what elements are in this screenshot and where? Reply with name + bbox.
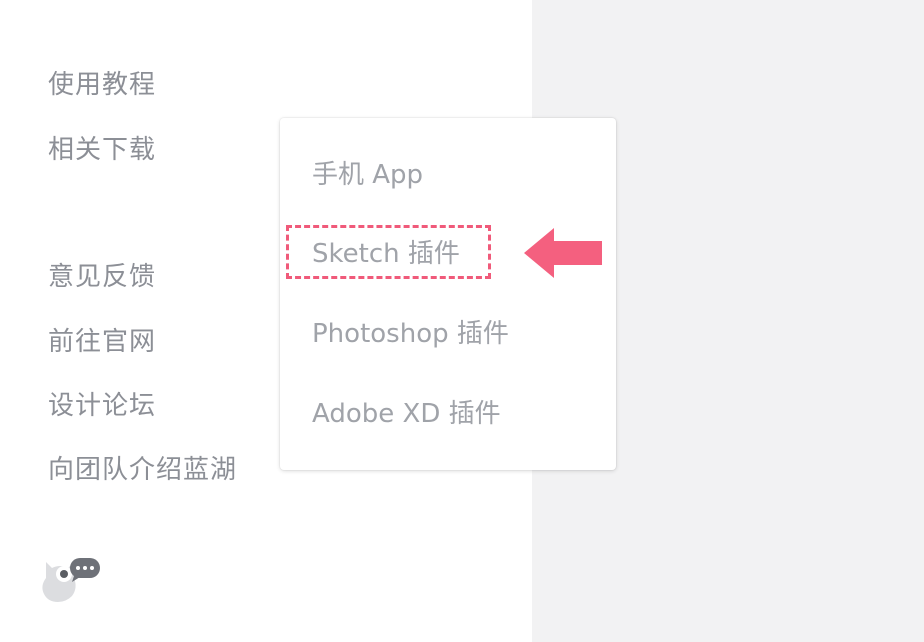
page: 使用教程 相关下载 意见反馈 前往官网 设计论坛 向团队介绍蓝湖 手机 App … xyxy=(0,0,924,642)
menu-item-tutorial[interactable]: 使用教程 xyxy=(48,70,156,100)
chat-bot-icon[interactable] xyxy=(38,552,104,604)
popup-item-mobile-app[interactable]: 手机 App xyxy=(312,160,423,190)
menu-item-downloads[interactable]: 相关下载 xyxy=(48,135,156,165)
menu-item-introduce-team[interactable]: 向团队介绍蓝湖 xyxy=(48,455,237,485)
menu-item-feedback[interactable]: 意见反馈 xyxy=(48,262,156,292)
popup-item-photoshop-plugin[interactable]: Photoshop 插件 xyxy=(312,319,509,349)
highlight-box xyxy=(286,225,491,279)
popup-item-adobe-xd-plugin[interactable]: Adobe XD 插件 xyxy=(312,399,501,429)
left-arrow-icon xyxy=(522,226,604,280)
downloads-popup: 手机 App Sketch 插件 Photoshop 插件 Adobe XD 插… xyxy=(280,118,616,470)
menu-item-design-forum[interactable]: 设计论坛 xyxy=(48,391,156,421)
menu-item-official-site[interactable]: 前往官网 xyxy=(48,327,156,357)
